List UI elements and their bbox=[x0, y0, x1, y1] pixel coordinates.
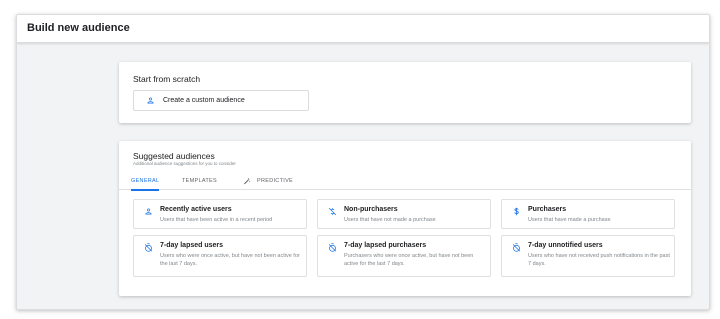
create-custom-audience-label: Create a custom audience bbox=[163, 97, 245, 104]
tab-predictive-label: PREDICTIVE bbox=[257, 178, 294, 184]
no-money-icon bbox=[328, 207, 337, 216]
option-7-day-lapsed-users[interactable]: 7-day lapsed users Users who were once a… bbox=[133, 235, 307, 277]
suggested-audiences-card: Suggested audiences Additional audience … bbox=[119, 141, 691, 296]
option-non-purchasers[interactable]: Non-purchasers Users that have not made … bbox=[317, 199, 491, 229]
person-icon bbox=[144, 207, 153, 216]
timer-off-icon bbox=[144, 243, 153, 252]
tab-templates-label: TEMPLATES bbox=[182, 178, 217, 184]
option-description: Users that have been active in a recent … bbox=[160, 217, 273, 223]
tab-predictive[interactable]: PREDICTIVE bbox=[243, 172, 293, 190]
option-title: 7-day unnotified users bbox=[528, 242, 603, 249]
option-description: Purchasers who were once active, but hav… bbox=[344, 253, 474, 267]
option-description: Users that have made a purchase bbox=[528, 217, 611, 223]
page-title: Build new audience bbox=[27, 22, 130, 34]
create-custom-audience-button[interactable]: Create a custom audience bbox=[133, 90, 309, 111]
timer-off-icon bbox=[512, 243, 521, 252]
tab-general[interactable]: GENERAL bbox=[131, 172, 160, 191]
timer-off-icon bbox=[328, 243, 337, 252]
option-title: 7-day lapsed users bbox=[160, 242, 224, 249]
tab-general-label: GENERAL bbox=[131, 178, 160, 184]
option-title: Recently active users bbox=[160, 206, 232, 213]
card-title: Start from scratch bbox=[133, 74, 201, 84]
top-bar: Build new audience bbox=[17, 15, 709, 43]
option-title: Non-purchasers bbox=[344, 206, 398, 213]
option-recently-active-users[interactable]: Recently active users Users that have be… bbox=[133, 199, 307, 229]
option-description: Users that have not made a purchase bbox=[344, 217, 436, 223]
card-title: Suggested audiences bbox=[133, 151, 215, 161]
start-from-scratch-card: Start from scratch Create a custom audie… bbox=[119, 62, 691, 123]
dollar-icon bbox=[512, 207, 521, 216]
option-title: 7-day lapsed purchasers bbox=[344, 242, 427, 249]
option-purchasers[interactable]: Purchasers Users that have made a purcha… bbox=[501, 199, 675, 229]
audience-builder-window: Build new audience Start from scratch Cr… bbox=[16, 14, 710, 310]
tab-templates[interactable]: TEMPLATES bbox=[182, 172, 217, 190]
option-description: Users who were once active, but have not… bbox=[160, 253, 300, 267]
sparkle-tools-icon bbox=[243, 177, 251, 185]
option-7-day-unnotified-users[interactable]: 7-day unnotified users Users who have no… bbox=[501, 235, 675, 277]
card-subtitle: Additional audience suggestions for you … bbox=[133, 161, 236, 166]
audience-tabs: GENERAL TEMPLATES PREDICTIVE bbox=[119, 172, 691, 191]
option-title: Purchasers bbox=[528, 206, 567, 213]
person-icon bbox=[146, 96, 155, 105]
option-7-day-lapsed-purchasers[interactable]: 7-day lapsed purchasers Purchasers who w… bbox=[317, 235, 491, 277]
option-description: Users who have not received push notific… bbox=[528, 253, 670, 267]
